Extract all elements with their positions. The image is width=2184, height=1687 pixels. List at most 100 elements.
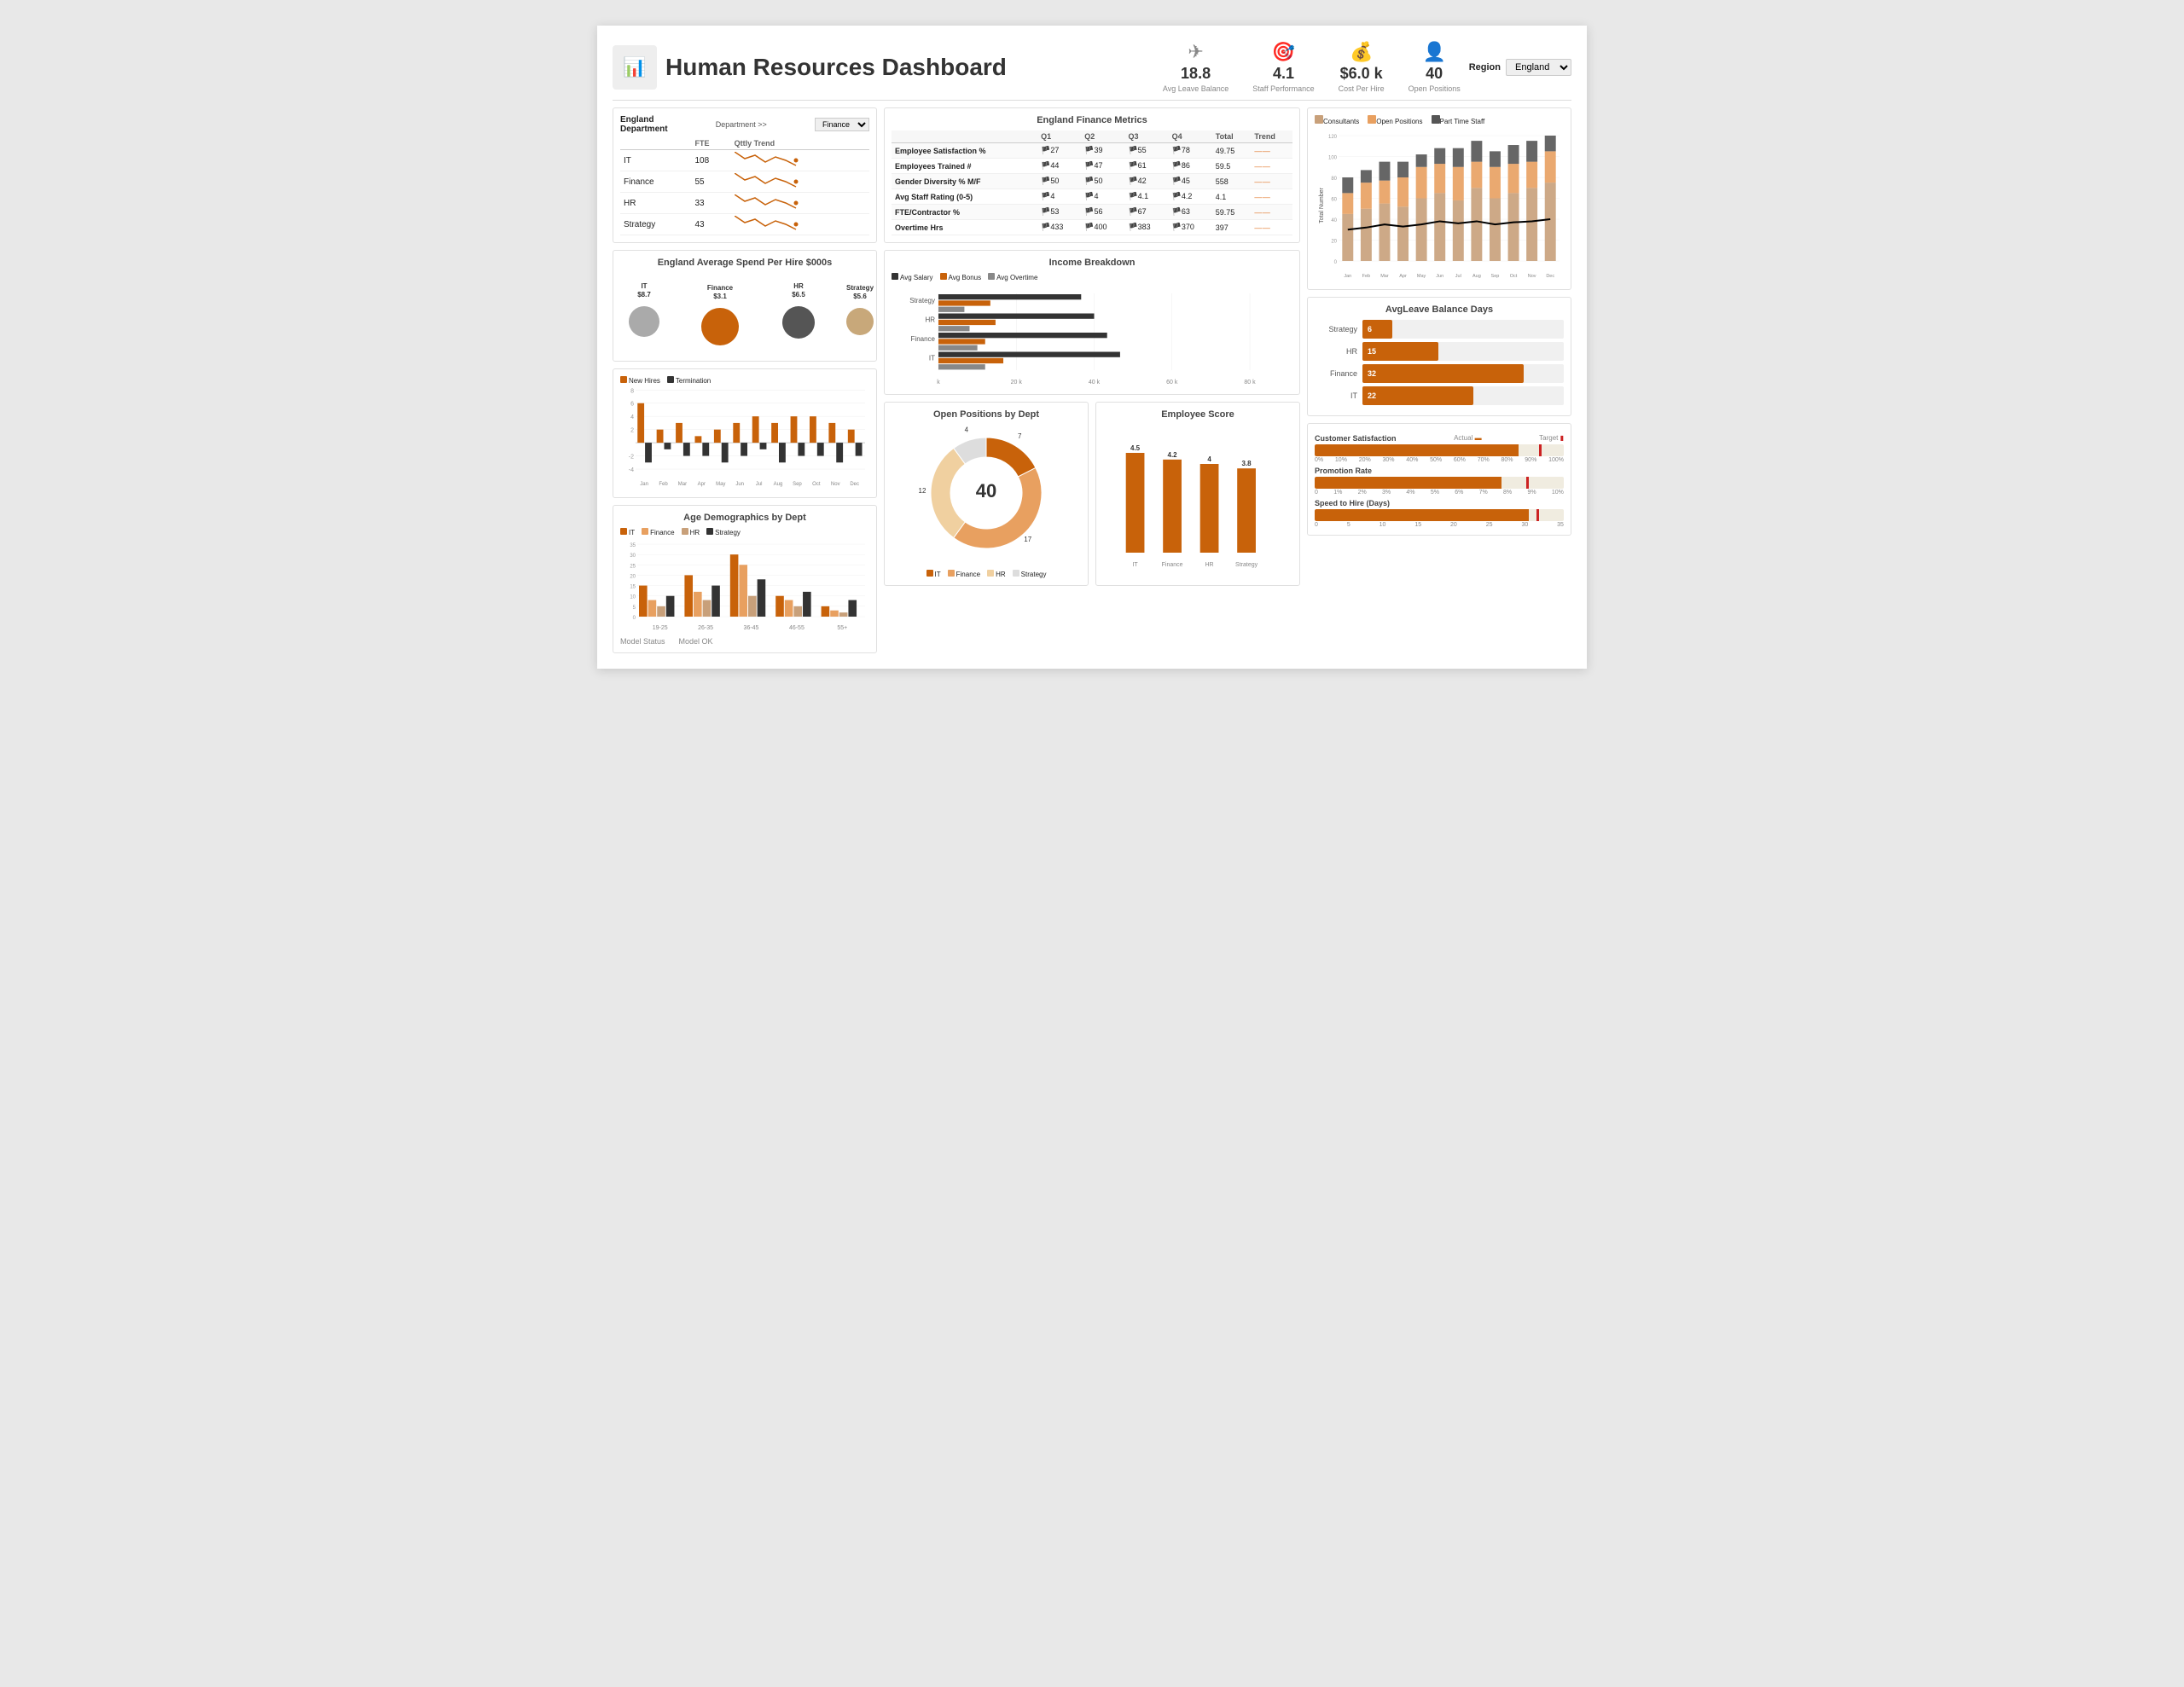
q4-val: 🏴4.2 [1169,189,1212,205]
axis-label: 0 [1315,490,1318,496]
region-label: Region [1469,62,1501,72]
svg-text:10: 10 [630,595,636,600]
col-fte: FTE [691,137,730,150]
legend-it-dot: IT [926,570,941,578]
dept-header-label: Department >> [716,120,767,129]
q3-val: 🏴383 [1124,220,1168,235]
svg-text:Dec: Dec [850,482,859,487]
table-row: HR 33 [620,193,869,214]
leave-dept-label: Strategy [1315,325,1357,333]
q3-val: 🏴67 [1124,205,1168,220]
metrics-row: Employees Trained # 🏴44 🏴47 🏴61 🏴86 59.5… [892,159,1292,174]
svg-text:4: 4 [630,415,634,420]
svg-text:Aug: Aug [774,482,783,487]
svg-text:Oct: Oct [1510,274,1518,279]
leave-bar-row: IT 22 [1315,386,1564,405]
svg-text:Sep: Sep [1491,274,1500,279]
svg-text:IT: IT [929,355,935,362]
svg-text:17: 17 [1024,536,1031,543]
progress-label: Customer Satisfaction [1315,434,1397,443]
table-row: Finance 55 [620,171,869,193]
total-val: 558 [1212,174,1252,189]
svg-text:Oct: Oct [812,482,821,487]
trend-cell [731,171,869,193]
progress-panel: Customer SatisfactionActual ▬ Target ▮ 0… [1307,423,1571,536]
trend-val: — — [1251,205,1292,220]
q3-val: 🏴42 [1124,174,1168,189]
model-ok-label: Model OK [679,637,713,646]
axis-label: 4% [1406,490,1414,496]
axis-label: 1% [1333,490,1342,496]
axis-label: 30% [1383,457,1395,463]
kpi-item-1: 🎯 4.1 Staff Performance [1252,41,1314,93]
axis-label: 9% [1527,490,1536,496]
progress-fill [1315,444,1519,456]
leave-bar-row: Finance 32 [1315,364,1564,383]
leave-bar-track: 32 [1362,364,1564,383]
dept-filter[interactable]: FinanceITHRStrategy [815,118,869,131]
svg-text:Nov: Nov [1528,274,1536,279]
axis-label: 7% [1479,490,1488,496]
axis-label: 20 [1450,522,1457,528]
kpi-bar: ✈ 18.8 Avg Leave Balance🎯 4.1 Staff Perf… [1163,41,1461,93]
age-demo-chart: 0510152025303519-2526-3536-4546-5555+ [620,540,872,634]
svg-text:20: 20 [1331,240,1337,245]
col-trend: Qttly Trend [731,137,869,150]
svg-text:Strategy: Strategy [1235,562,1258,568]
avg-spend-title: England Average Spend Per Hire $000s [620,258,869,268]
svg-text:May: May [716,482,725,487]
legend-bonus: Avg Bonus [940,273,982,281]
page-title: Human Resources Dashboard [665,54,1154,81]
new-hires-chart: -4-22468JanFebMarAprMayJunJulAugSepOctNo… [620,388,872,490]
trend-cell [731,193,869,214]
bubble-strategy: Strategy$5.6 [846,308,874,335]
axis-label: 60% [1454,457,1466,463]
stacked-legend: Consultants Open Positions Part Time Sta… [1315,115,1564,125]
metrics-row: FTE/Contractor % 🏴53 🏴56 🏴67 🏴63 59.75 —… [892,205,1292,220]
q4-val: 🏴370 [1169,220,1212,235]
svg-text:35: 35 [630,543,636,548]
q2-val: 🏴4 [1081,189,1124,205]
income-legend: Avg Salary Avg Bonus Avg Overtime [892,273,1292,281]
svg-text:Jan: Jan [1344,274,1351,279]
svg-text:25: 25 [630,564,636,569]
legend-openpos: Open Positions [1368,115,1422,125]
new-hires-panel: New Hires Termination -4-22468JanFebMarA… [613,368,877,498]
svg-text:-2: -2 [629,455,634,461]
svg-text:4: 4 [965,426,969,434]
open-positions-title: Open Positions by Dept [933,409,1039,420]
region-dropdown[interactable]: England Scotland Wales [1506,59,1571,76]
svg-text:k: k [937,380,940,386]
svg-text:Jul: Jul [1455,274,1461,279]
axis-label: 25 [1486,522,1493,528]
kpi-label-3: Open Positions [1409,84,1461,93]
axis-label: 50% [1430,457,1442,463]
avg-leave-bars: Strategy 6 HR 15 Finance 32 IT 22 [1315,320,1564,405]
right-column: Consultants Open Positions Part Time Sta… [1307,107,1571,653]
svg-text:40: 40 [976,480,996,501]
svg-text:100: 100 [1328,156,1338,161]
kpi-value-3: 40 [1426,65,1443,83]
metric-name: Avg Staff Rating (0-5) [892,189,1037,205]
actual-label: Actual ▬ [1454,434,1481,444]
leave-bar-track: 6 [1362,320,1564,339]
progress-bars: Customer SatisfactionActual ▬ Target ▮ 0… [1315,434,1564,528]
progress-target [1526,477,1529,489]
axis-label: 0% [1315,457,1323,463]
kpi-icon-2: 💰 [1350,41,1373,63]
progress-fill [1315,477,1502,489]
svg-text:Strategy: Strategy [909,297,935,304]
svg-text:60 k: 60 k [1166,380,1178,386]
col-q2: Q2 [1081,130,1124,143]
axis-label: 90% [1525,457,1536,463]
q2-val: 🏴47 [1081,159,1124,174]
donut-legend: IT Finance HR Strategy [926,570,1047,578]
progress-track [1315,509,1564,521]
metric-name: Employees Trained # [892,159,1037,174]
progress-track [1315,444,1564,456]
axis-label: 6% [1455,490,1463,496]
progress-section-1: Promotion Rate 01%2%3%4%5%6%7%8%9%10% [1315,467,1564,496]
leave-bar-fill: 15 [1362,342,1438,361]
leave-bar-fill: 6 [1362,320,1392,339]
q2-val: 🏴39 [1081,143,1124,159]
